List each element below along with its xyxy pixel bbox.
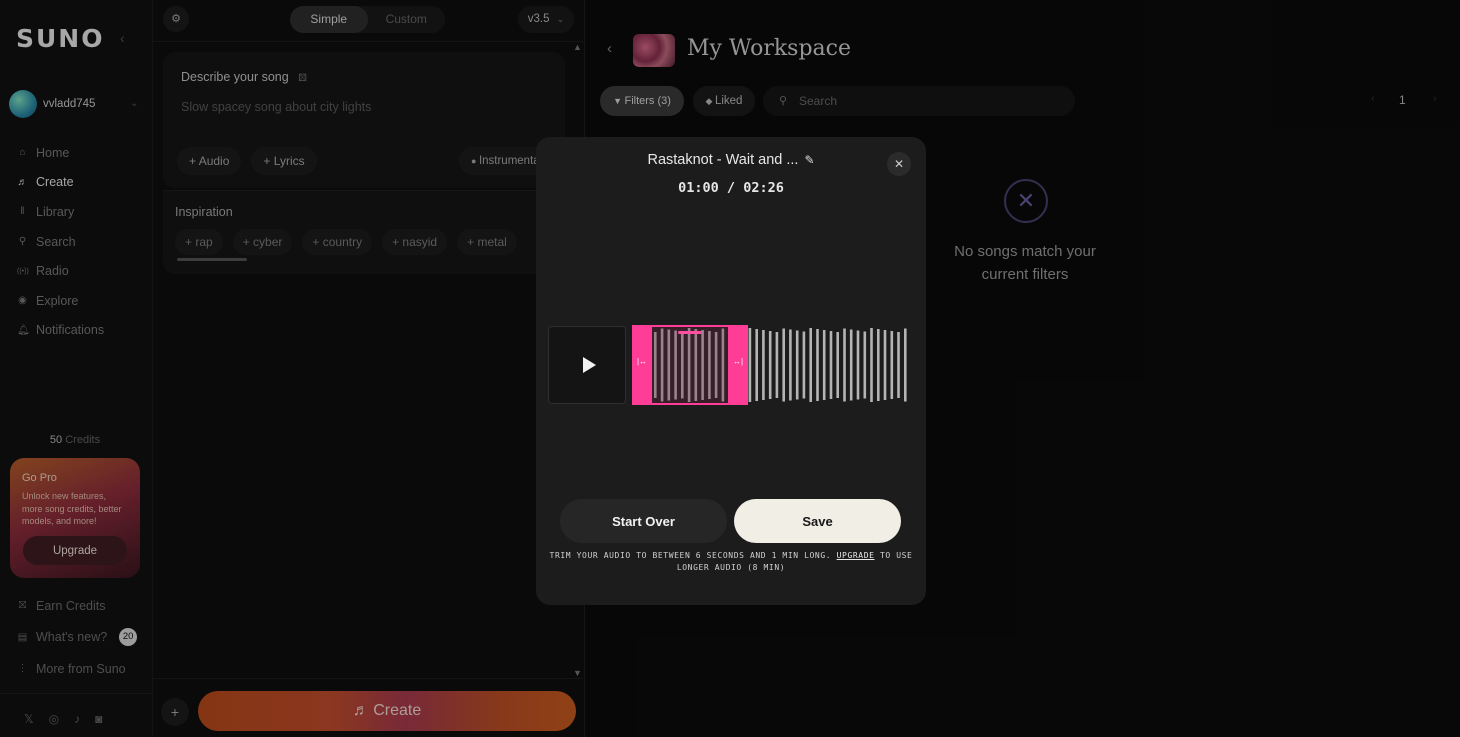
time-separator: /	[718, 180, 744, 196]
upgrade-link[interactable]: UPGRADE	[837, 551, 875, 560]
waveform-bar	[816, 329, 819, 401]
waveform-bar	[836, 332, 839, 398]
waveform-bar	[849, 329, 853, 401]
waveform-bar	[782, 328, 785, 402]
waveform-bar	[775, 332, 779, 398]
total-time: 02:26	[743, 180, 784, 196]
waveform-bar	[768, 331, 772, 399]
waveform-bar	[883, 330, 887, 400]
waveform-bar	[856, 330, 860, 400]
waveform-bar	[748, 328, 752, 402]
drag-right-icon: ↔|	[732, 357, 744, 366]
waveform-bar	[802, 331, 806, 399]
trim-note: TRIM YOUR AUDIO TO BETWEEN 6 SECONDS AND…	[548, 550, 914, 574]
start-over-button[interactable]: Start Over	[560, 499, 727, 543]
waveform-bar	[822, 330, 826, 400]
waveform-bar	[904, 328, 907, 402]
trim-audio-modal: Rastaknot - Wait and ... ✎ ✕ 01:00 / 02:2…	[536, 137, 926, 605]
waveform-bar	[863, 331, 867, 399]
waveform-bar	[890, 331, 894, 399]
trim-end-handle[interactable]: ↔|	[728, 325, 748, 405]
play-icon	[583, 357, 596, 373]
drag-left-icon: |↔	[636, 357, 648, 366]
pencil-icon[interactable]: ✎	[804, 153, 814, 167]
waveform-bar	[762, 330, 765, 400]
waveform-bar	[870, 328, 873, 402]
track-title: Rastaknot - Wait and ...	[647, 152, 799, 168]
trim-note-text: TRIM YOUR AUDIO TO BETWEEN 6 SECONDS AND…	[549, 551, 832, 560]
waveform-bar	[897, 332, 900, 398]
waveform-bar	[795, 330, 799, 400]
time-readout: 01:00 / 02:26	[536, 180, 926, 196]
trim-start-handle[interactable]: |↔	[632, 325, 652, 405]
waveform-bar	[877, 329, 880, 401]
app-window: SUNO ‹ vvladd745 ⌄ ⌂ Home ♬ Create ‖ Lib…	[0, 0, 1460, 737]
waveform-bar	[829, 331, 833, 399]
play-button[interactable]	[548, 326, 626, 404]
waveform-bar	[755, 329, 758, 401]
close-icon[interactable]: ✕	[887, 152, 911, 176]
waveform-bar	[789, 329, 792, 401]
waveform-bar	[809, 328, 812, 402]
modal-title: Rastaknot - Wait and ... ✎	[536, 152, 926, 168]
save-button[interactable]: Save	[734, 499, 901, 543]
waveform-bar	[843, 328, 846, 402]
current-time: 01:00	[678, 180, 719, 196]
selection-drag-bar[interactable]	[678, 331, 702, 334]
